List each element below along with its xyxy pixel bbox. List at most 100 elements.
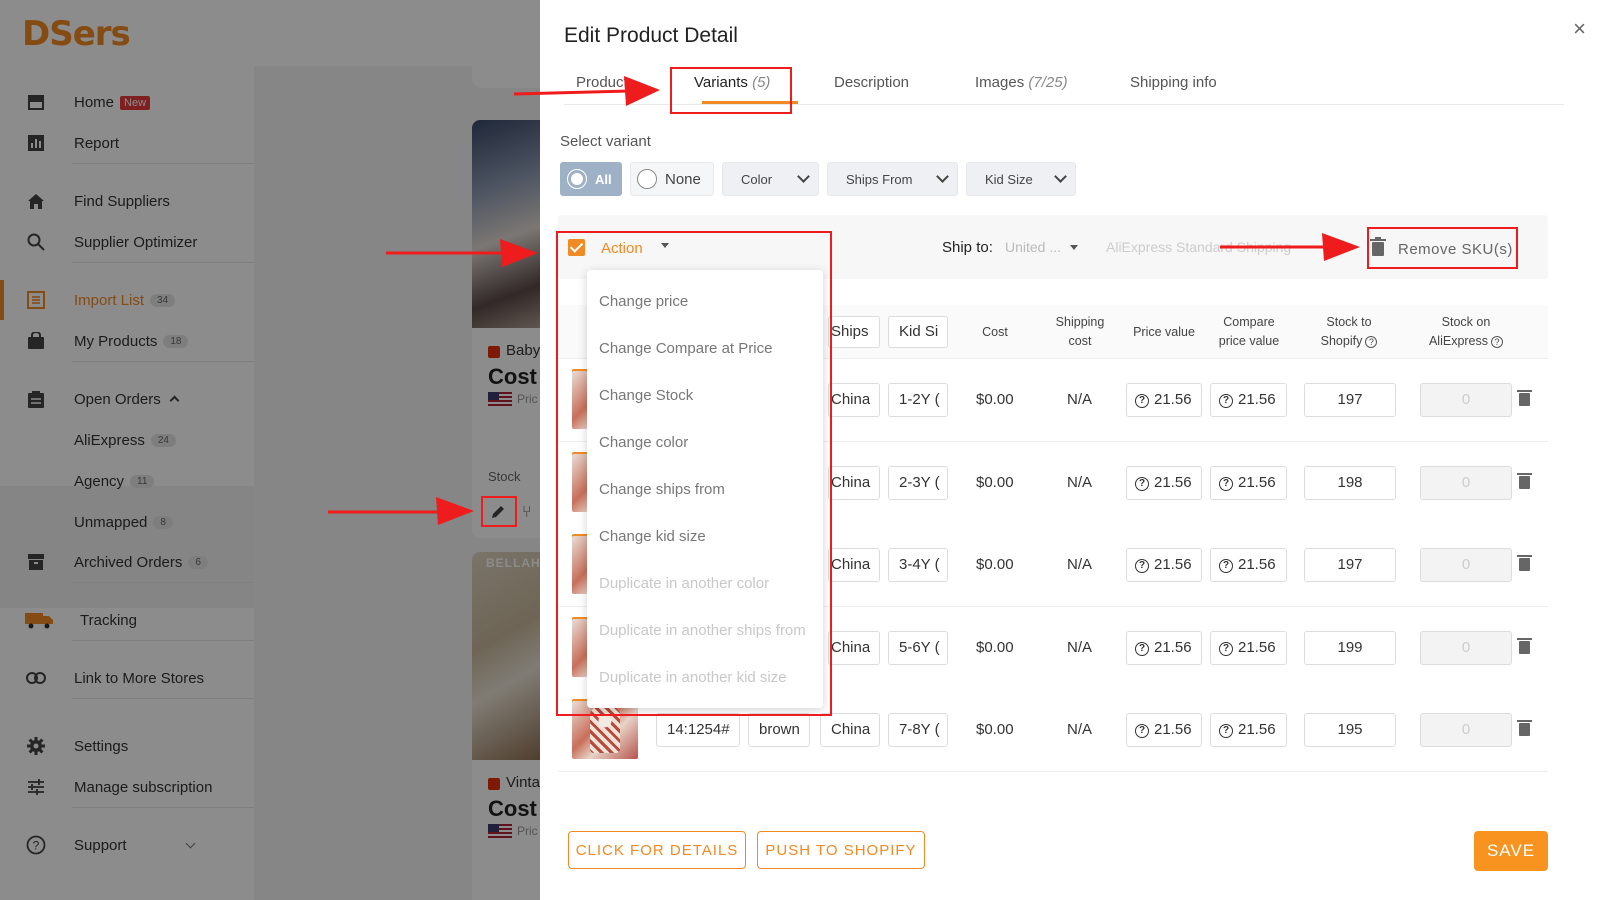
- variant-thumbnail: [572, 701, 638, 759]
- price-input[interactable]: ? 21.56: [1126, 466, 1202, 500]
- ship-to-select[interactable]: United ...: [1005, 239, 1061, 255]
- cost-value: $0.00: [976, 639, 1014, 656]
- tab-description[interactable]: Description: [834, 74, 909, 91]
- cost-value: $0.00: [976, 721, 1014, 738]
- question-circle-icon: ?: [1219, 642, 1233, 656]
- menu-item-change-stock[interactable]: Change Stock: [599, 387, 693, 404]
- action-menu: Change price Change Compare at Price Cha…: [587, 270, 823, 708]
- shipping-cost-value: N/A: [1067, 556, 1093, 573]
- compare-price-input[interactable]: ? 21.56: [1210, 466, 1287, 500]
- compare-price-input[interactable]: ? 21.56: [1210, 383, 1287, 417]
- kid-size-filter-dropdown[interactable]: Kid Size: [966, 162, 1076, 196]
- col-price-value: Price value: [1133, 325, 1195, 339]
- question-circle-icon: ?: [1135, 559, 1149, 573]
- remove-sku-button[interactable]: Remove SKU(s): [1370, 234, 1516, 264]
- tab-shipping-info[interactable]: Shipping info: [1130, 74, 1217, 91]
- trash-icon[interactable]: [1517, 390, 1532, 406]
- compare-price-input[interactable]: ? 21.56: [1210, 548, 1287, 582]
- color-input[interactable]: brown: [748, 713, 810, 747]
- menu-item-change-ships-from[interactable]: Change ships from: [599, 481, 725, 498]
- color-filter-dropdown[interactable]: Color: [722, 162, 819, 196]
- ships-from-input[interactable]: China: [820, 713, 880, 747]
- col-stock-aliexpress: Stock on AliExpress?: [1408, 313, 1524, 351]
- ships-header-filter[interactable]: Ships: [828, 316, 880, 348]
- tab-images[interactable]: Images (7/25): [975, 74, 1068, 91]
- ships-from-input[interactable]: China: [828, 631, 880, 665]
- question-circle-icon: ?: [1219, 724, 1233, 738]
- select-all-checkbox[interactable]: [568, 239, 585, 256]
- trash-icon[interactable]: [1517, 555, 1532, 571]
- close-icon[interactable]: ×: [1573, 16, 1586, 42]
- ships-from-input[interactable]: China: [828, 466, 880, 500]
- price-input[interactable]: ? 21.56: [1126, 713, 1202, 747]
- question-circle-icon: ?: [1219, 477, 1233, 491]
- stock-aliexpress-input: 0: [1420, 548, 1512, 582]
- col-compare-price: Compare price value: [1218, 315, 1280, 348]
- chevron-down-icon: [936, 170, 949, 183]
- cost-value: $0.00: [976, 391, 1014, 408]
- drawer-title: Edit Product Detail: [564, 24, 738, 47]
- menu-item-change-price[interactable]: Change price: [599, 293, 688, 310]
- save-button[interactable]: SAVE: [1474, 831, 1548, 871]
- stock-shopify-input[interactable]: 195: [1304, 713, 1396, 747]
- ships-from-input[interactable]: China: [828, 548, 880, 582]
- tab-variants[interactable]: Variants (5): [694, 74, 770, 91]
- kid-size-input[interactable]: 5-6Y (: [888, 631, 948, 665]
- col-cost: Cost: [982, 325, 1008, 339]
- ships-from-filter-dropdown[interactable]: Ships From: [827, 162, 958, 196]
- shipping-method-select[interactable]: AliExpress Standard Shipping: [1106, 239, 1291, 255]
- tab-bar: Product Variants (5) Description Images …: [564, 60, 1564, 105]
- question-circle-icon: ?: [1135, 477, 1149, 491]
- cost-value: $0.00: [976, 474, 1014, 491]
- click-for-details-button[interactable]: CLICK FOR DETAILS: [568, 831, 746, 869]
- question-circle-icon: ?: [1135, 642, 1149, 656]
- kid-size-input[interactable]: 2-3Y (: [888, 466, 948, 500]
- kid-size-input[interactable]: 3-4Y (: [888, 548, 948, 582]
- kid-size-input[interactable]: 1-2Y (: [888, 383, 948, 417]
- question-circle-icon[interactable]: ?: [1491, 335, 1504, 348]
- stock-aliexpress-input: 0: [1420, 383, 1512, 417]
- menu-item-change-color[interactable]: Change color: [599, 434, 688, 451]
- radio-icon: [637, 169, 657, 189]
- trash-icon[interactable]: [1517, 638, 1532, 654]
- ship-to-label: Ship to:: [942, 239, 993, 256]
- stock-aliexpress-input: 0: [1420, 631, 1512, 665]
- sku-input[interactable]: 14:1254#: [656, 713, 740, 747]
- select-none-radio[interactable]: None: [630, 162, 714, 196]
- kid-size-header-filter[interactable]: Kid Si: [888, 316, 948, 348]
- cost-value: $0.00: [976, 556, 1014, 573]
- edit-product-drawer: Edit Product Detail × Product Variants (…: [540, 0, 1600, 900]
- select-all-radio[interactable]: All: [560, 162, 622, 196]
- col-shipping-cost: Shipping cost: [1055, 315, 1105, 348]
- menu-item-duplicate-kid-size: Duplicate in another kid size: [599, 669, 787, 686]
- caret-down-icon: [661, 243, 669, 248]
- trash-icon[interactable]: [1517, 720, 1532, 736]
- price-input[interactable]: ? 21.56: [1126, 383, 1202, 417]
- menu-item-change-compare-price[interactable]: Change Compare at Price: [599, 340, 772, 357]
- stock-shopify-input[interactable]: 199: [1304, 631, 1396, 665]
- ships-from-input[interactable]: China: [828, 383, 880, 417]
- price-input[interactable]: ? 21.56: [1126, 631, 1202, 665]
- trash-icon[interactable]: [1517, 473, 1532, 489]
- shipping-cost-value: N/A: [1067, 639, 1093, 656]
- menu-item-duplicate-color: Duplicate in another color: [599, 575, 770, 592]
- price-input[interactable]: ? 21.56: [1126, 548, 1202, 582]
- menu-item-duplicate-ships-from: Duplicate in another ships from: [599, 622, 806, 639]
- stock-shopify-input[interactable]: 197: [1304, 383, 1396, 417]
- menu-item-change-kid-size[interactable]: Change kid size: [599, 528, 706, 545]
- question-circle-icon[interactable]: ?: [1365, 335, 1378, 348]
- stock-shopify-input[interactable]: 198: [1304, 466, 1396, 500]
- question-circle-icon: ?: [1135, 394, 1149, 408]
- stock-shopify-input[interactable]: 197: [1304, 548, 1396, 582]
- compare-price-input[interactable]: ? 21.56: [1210, 713, 1287, 747]
- tab-product[interactable]: Product: [576, 74, 628, 91]
- compare-price-input[interactable]: ? 21.56: [1210, 631, 1287, 665]
- trash-icon: [1370, 237, 1386, 256]
- kid-size-input[interactable]: 7-8Y (: [888, 713, 948, 747]
- question-circle-icon: ?: [1219, 394, 1233, 408]
- action-dropdown[interactable]: Action: [601, 240, 643, 257]
- select-variant-label: Select variant: [560, 133, 651, 150]
- col-stock-shopify: Stock to Shopify?: [1302, 313, 1396, 351]
- shipping-cost-value: N/A: [1067, 391, 1093, 408]
- push-to-shopify-button[interactable]: PUSH TO SHOPIFY: [757, 831, 925, 869]
